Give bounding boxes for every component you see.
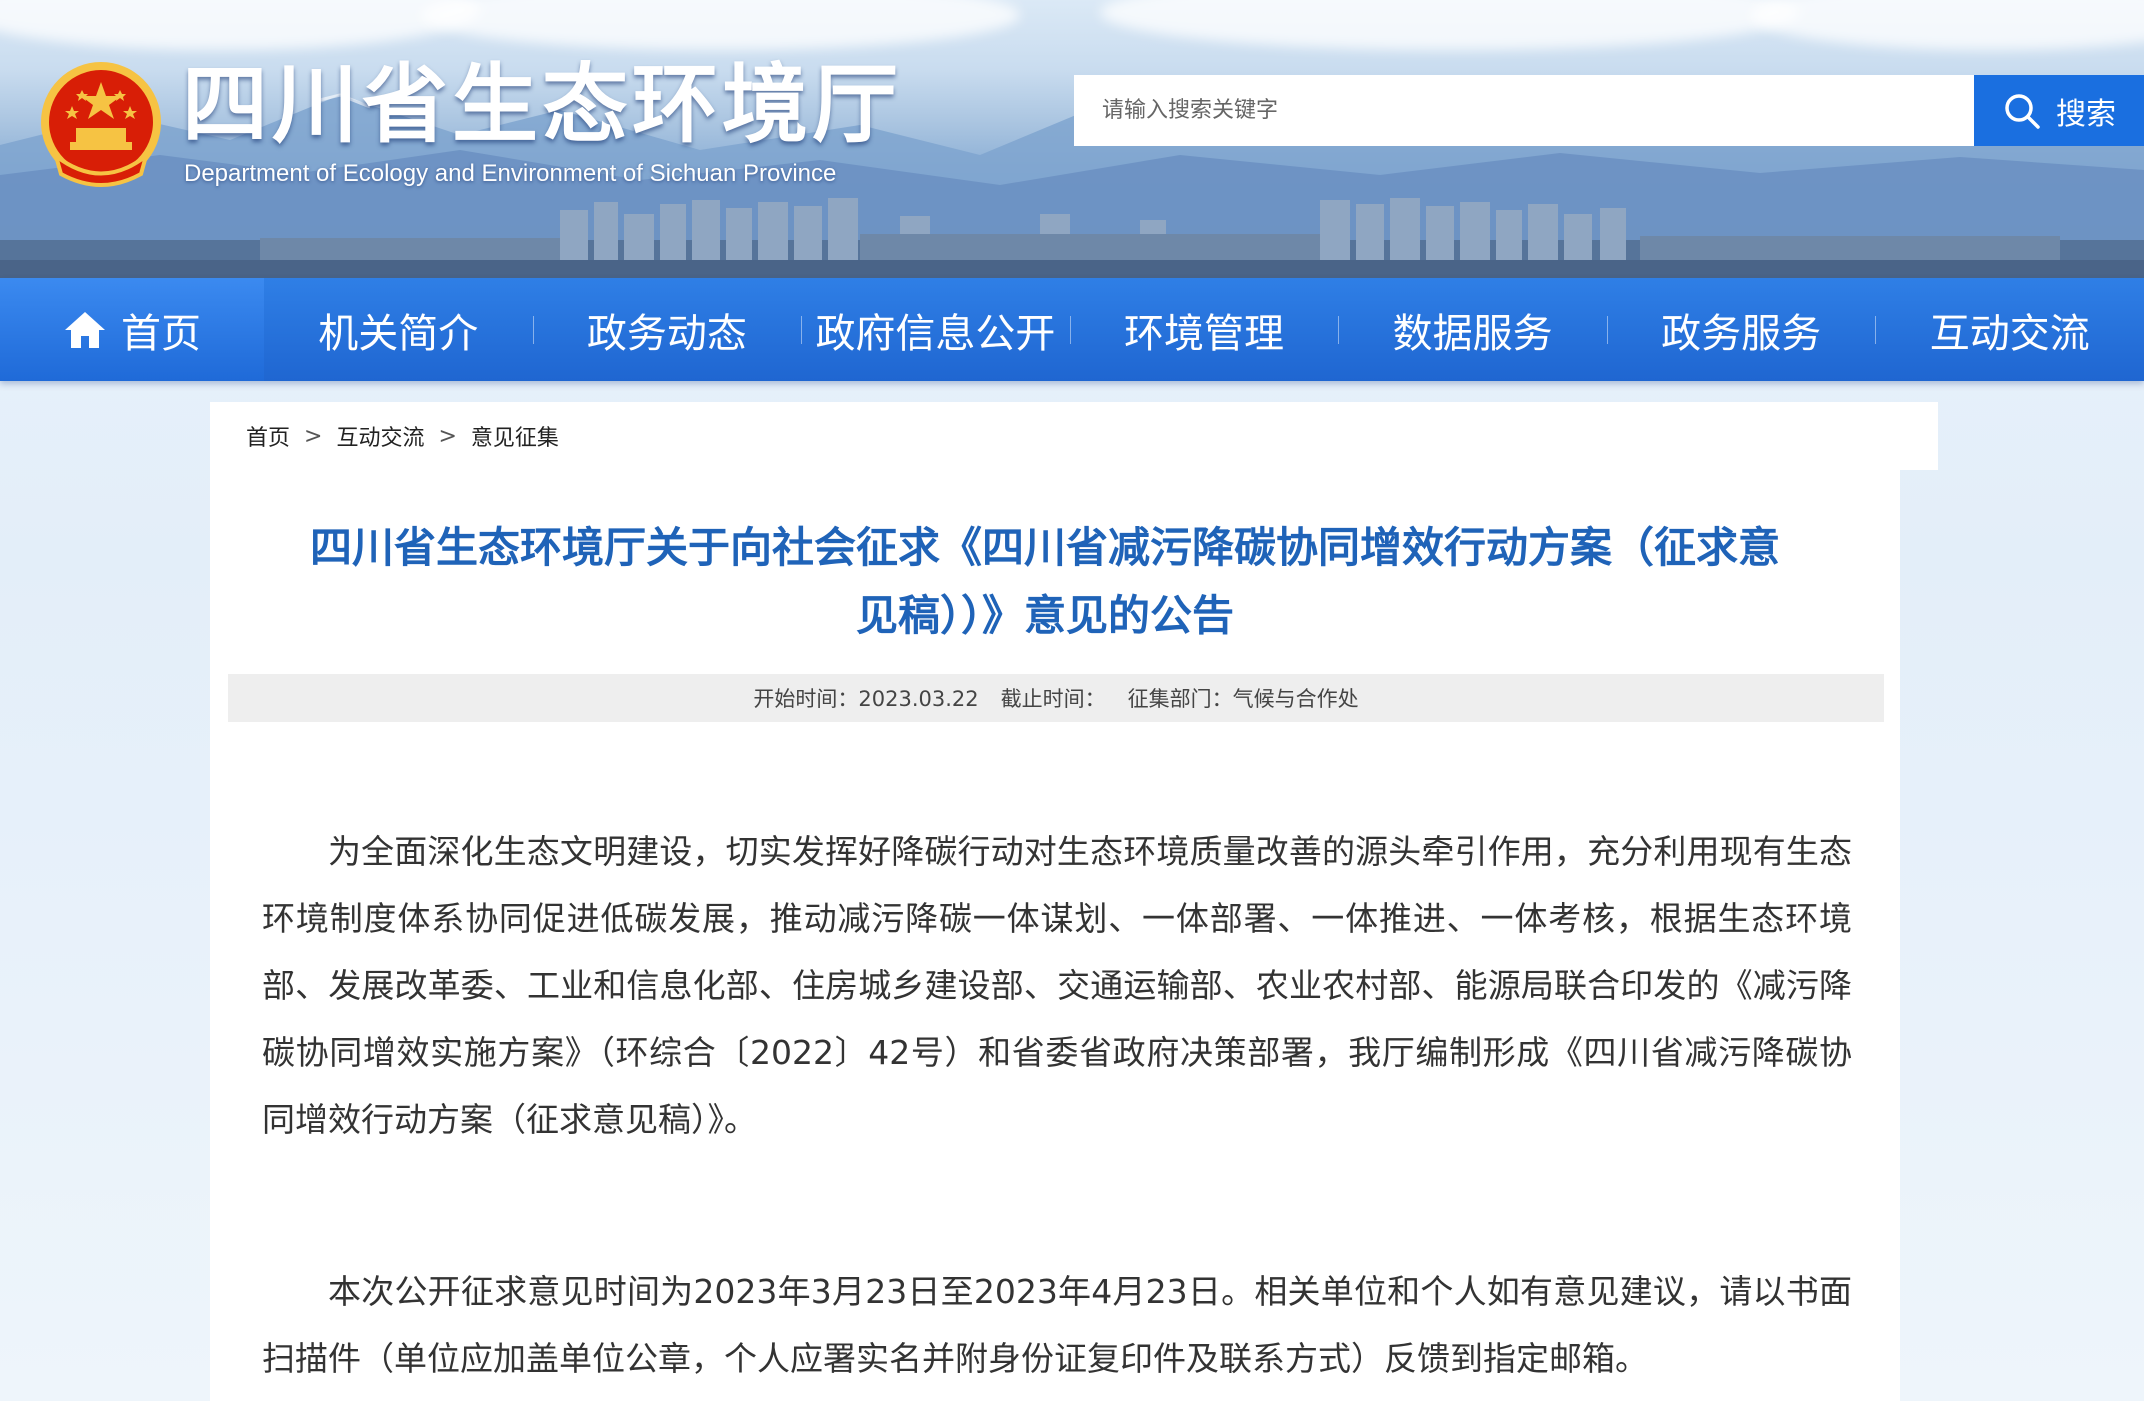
nav-item-about[interactable]: 机关简介 — [264, 278, 533, 381]
nav-item-info-disclosure[interactable]: 政府信息公开 — [801, 278, 1070, 381]
breadcrumb-home[interactable]: 首页 — [246, 420, 290, 452]
start-time-value: 2023.03.22 — [858, 687, 979, 711]
breadcrumb: 首页 > 互动交流 > 意见征集 — [210, 402, 1938, 470]
city-skyline-decoration — [0, 198, 2144, 278]
department-label: 征集部门： — [1127, 687, 1233, 711]
search-icon — [2005, 93, 2040, 129]
main-nav: 首页 机关简介 政务动态 政府信息公开 环境管理 数据服务 政务服务 互动交流 — [0, 278, 2144, 381]
nav-item-environment-management[interactable]: 环境管理 — [1069, 278, 1339, 381]
nav-item-news[interactable]: 政务动态 — [532, 278, 802, 381]
department: 征集部门：气候与合作处 — [1128, 683, 1359, 713]
start-time-label: 开始时间： — [753, 687, 859, 711]
national-emblem-icon — [41, 62, 161, 187]
department-value: 气候与合作处 — [1232, 687, 1359, 711]
cloud-decoration — [1750, 0, 2144, 50]
article-paragraph: 为全面深化生态文明建设，切实发挥好降碳行动对生态环境质量改善的源头牵引作用，充分… — [262, 832, 1852, 1139]
search-input[interactable] — [1074, 75, 1974, 146]
search-button[interactable]: 搜索 — [1974, 75, 2144, 146]
breadcrumb-separator: > — [304, 423, 323, 449]
article-meta: 开始时间：2023.03.22 截止时间： 征集部门：气候与合作处 — [228, 674, 1884, 722]
header-banner: 四川省生态环境厅 Department of Ecology and Envir… — [0, 0, 2144, 278]
cloud-decoration — [0, 0, 480, 50]
nav-home-label: 首页 — [121, 310, 201, 357]
article-paragraph: 本次公开征求意见时间为2023年3月23日至2023年4月23日。相关单位和个人… — [262, 1272, 1852, 1378]
end-time: 截止时间： — [1001, 683, 1106, 713]
site-subtitle: Department of Ecology and Environment of… — [184, 160, 837, 187]
end-time-label: 截止时间： — [1000, 687, 1106, 711]
cloud-decoration — [1100, 0, 1800, 50]
nav-items: 机关简介 政务动态 政府信息公开 环境管理 数据服务 政务服务 互动交流 — [264, 278, 2144, 381]
nav-item-gov-services[interactable]: 政务服务 — [1606, 278, 1876, 381]
site-title: 四川省生态环境厅 — [182, 54, 902, 155]
nav-item-data-services[interactable]: 数据服务 — [1338, 278, 1607, 381]
nav-home[interactable]: 首页 — [0, 278, 264, 381]
search-button-label: 搜索 — [2056, 96, 2116, 132]
home-icon — [65, 311, 105, 348]
nav-item-interaction[interactable]: 互动交流 — [1875, 278, 2144, 381]
start-time: 开始时间：2023.03.22 — [753, 683, 978, 713]
article-title: 四川省生态环境厅关于向社会征求《四川省减污降碳协同增效行动方案（征求意见稿））》… — [309, 523, 1780, 640]
breadcrumb-current[interactable]: 意见征集 — [471, 420, 559, 452]
breadcrumb-interaction[interactable]: 互动交流 — [336, 420, 424, 452]
cloud-decoration — [420, 0, 1020, 50]
breadcrumb-separator: > — [438, 423, 457, 449]
